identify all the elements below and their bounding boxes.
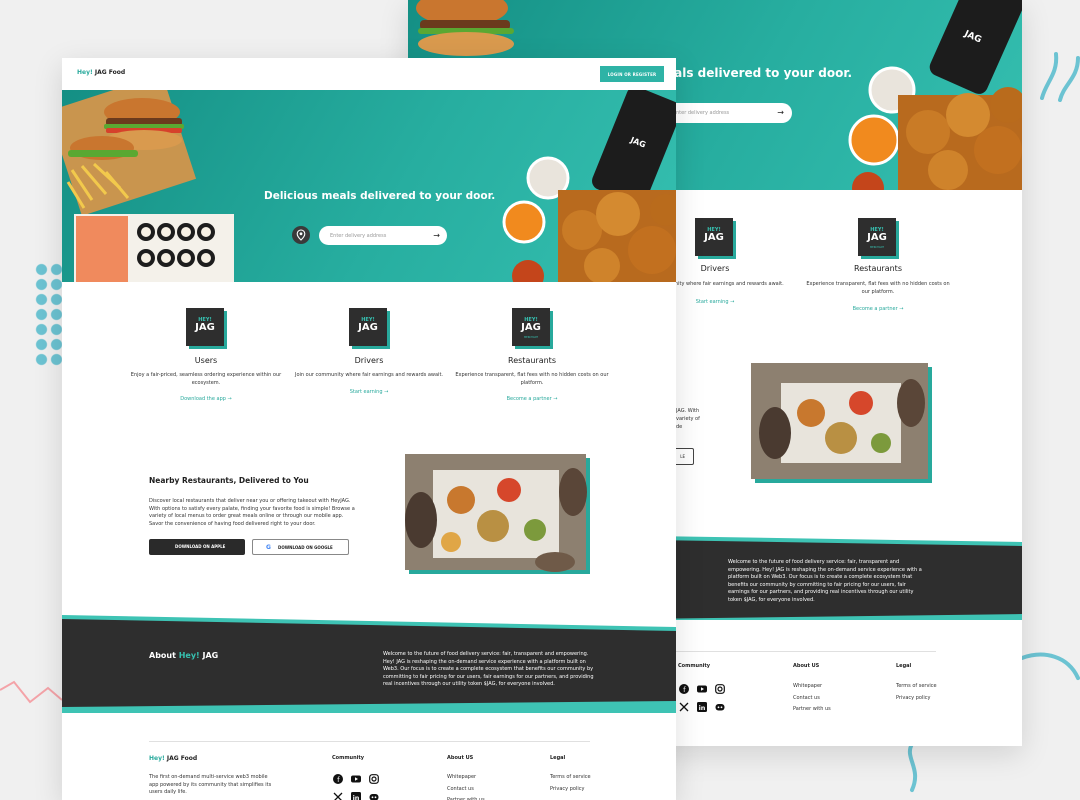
google-icon: G: [266, 544, 271, 551]
nearby-section-title: Nearby Restaurants, Delivered to You: [149, 476, 309, 485]
service-desc: Experience transparent, flat fees with n…: [455, 372, 609, 386]
service-users: HEY! JAG Users Enjoy a fair-priced, seam…: [126, 308, 286, 402]
facebook-icon[interactable]: f: [333, 774, 343, 784]
back-legal-heading: Legal: [896, 663, 912, 669]
service-link-partner[interactable]: Become a partner →: [452, 396, 612, 402]
discord-icon[interactable]: [715, 702, 725, 712]
service-title: Users: [194, 356, 218, 365]
footer-divider: [149, 741, 590, 742]
service-desc: Enjoy a fair-priced, seamless ordering e…: [130, 372, 282, 386]
back-restaurant-photo: [751, 363, 932, 483]
arrow-right-icon: →: [227, 396, 232, 402]
jag-users-logo: HEY! JAG: [186, 308, 226, 348]
back-footer-link-whitepaper[interactable]: Whitepaper: [793, 683, 822, 689]
back-community-heading: Community: [678, 663, 711, 669]
footer-link-whitepaper[interactable]: Whitepaper: [447, 774, 476, 780]
download-google-button[interactable]: G DOWNLOAD ON GOOGLE: [252, 539, 349, 555]
arrow-right-icon[interactable]: →: [433, 231, 440, 240]
brand-logo[interactable]: Hey! JAG Food: [77, 69, 125, 76]
footer-tagline: The first on-demand multi-service web3 m…: [149, 774, 272, 795]
service-desc: Join our community where fair earnings a…: [294, 372, 443, 378]
hero-banner: JAG Delicious meals delivered to your do…: [62, 90, 676, 282]
jag-drivers-logo: HEY! JAG: [349, 308, 389, 348]
jag-merchant-logo: HEY! JAG MERCHANT: [858, 218, 898, 258]
service-restaurants: HEY! JAG MERCHANT Restaurants Experience…: [452, 308, 612, 402]
jag-merchant-logo: HEY! JAG MERCHANT: [512, 308, 552, 348]
discord-icon[interactable]: [369, 792, 379, 800]
community-heading: Community: [332, 755, 365, 761]
restaurant-table-photo: [405, 454, 590, 574]
svg-text:in: in: [353, 794, 360, 800]
jag-drivers-logo: HEY! JAG: [695, 218, 735, 258]
youtube-icon[interactable]: [697, 684, 707, 694]
back-footer-divider: [676, 651, 936, 652]
hero-title: Delicious meals delivered to your door.: [264, 190, 496, 202]
arrow-right-icon: →: [730, 298, 735, 305]
footer-link-contact[interactable]: Contact us: [447, 786, 474, 792]
back-about-text: Welcome to the future of food delivery s…: [728, 559, 922, 603]
front-page-mockup: Hey! JAG Food LOGIN OR REGISTER JAG Deli…: [62, 58, 676, 800]
legal-heading: Legal: [550, 755, 566, 761]
about-title: About Hey! JAG: [149, 651, 219, 660]
nearby-section-desc: Discover local restaurants that deliver …: [149, 498, 355, 527]
youtube-icon[interactable]: [351, 774, 361, 784]
back-about-heading: About US: [793, 663, 820, 669]
arrow-right-icon: →: [899, 306, 904, 312]
service-drivers: HEY! JAG Drivers Join our community wher…: [289, 308, 449, 395]
linkedin-icon[interactable]: in: [697, 702, 707, 712]
service-link-earning[interactable]: Start earning →: [289, 389, 449, 395]
back-footer-link-privacy[interactable]: Privacy policy: [896, 695, 930, 701]
back-footer-link-contact[interactable]: Contact us: [793, 695, 820, 701]
instagram-icon[interactable]: [715, 684, 725, 694]
download-apple-button[interactable]: DOWNLOAD ON APPLE: [149, 539, 245, 555]
linkedin-icon[interactable]: in: [351, 792, 361, 800]
arrow-right-icon: →: [553, 396, 558, 402]
top-nav: Hey! JAG Food LOGIN OR REGISTER: [62, 58, 676, 90]
back-service-title: Restaurants: [854, 264, 902, 273]
delivery-address-placeholder: Enter delivery address: [330, 233, 387, 239]
back-footer-link-partner[interactable]: Partner with us: [793, 706, 831, 712]
back-footer-link-terms[interactable]: Terms of service: [896, 683, 937, 689]
arrow-right-icon[interactable]: →: [777, 108, 784, 117]
hero-food-art: JAG: [62, 90, 676, 282]
instagram-icon[interactable]: [369, 774, 379, 784]
facebook-icon[interactable]: f: [679, 684, 689, 694]
footer-link-privacy[interactable]: Privacy policy: [550, 786, 584, 792]
back-nearby-fragment: JAG. With variety of de: [676, 408, 700, 430]
map-pin-icon: [292, 226, 310, 244]
login-register-button[interactable]: LOGIN OR REGISTER: [600, 66, 664, 82]
decorative-zigzag: [0, 680, 63, 704]
x-twitter-icon[interactable]: [679, 702, 689, 712]
decorative-squiggle: [1040, 52, 1080, 102]
footer-link-terms[interactable]: Terms of service: [550, 774, 591, 780]
arrow-right-icon: →: [384, 388, 389, 395]
back-address-placeholder: nter delivery address: [676, 110, 730, 116]
footer-logo[interactable]: Hey! JAG Food: [149, 755, 197, 762]
service-link-download[interactable]: Download the app →: [126, 396, 286, 402]
back-service-restaurants: HEY! JAG MERCHANT Restaurants Experience…: [803, 218, 953, 312]
x-twitter-icon[interactable]: [333, 792, 343, 800]
svg-text:in: in: [699, 704, 706, 712]
decorative-swirl: [908, 742, 918, 792]
decorative-arc: [1020, 652, 1080, 680]
back-hero-title: eals delivered to your door.: [666, 66, 853, 80]
delivery-address-input[interactable]: Enter delivery address →: [319, 226, 447, 245]
back-service-desc: Experience transparent, flat fees with n…: [806, 281, 950, 295]
service-title: Drivers: [354, 356, 384, 365]
back-service-link[interactable]: Become a partner →: [803, 306, 953, 312]
service-title: Restaurants: [508, 356, 556, 365]
about-us-heading: About US: [447, 755, 474, 761]
decorative-dots: [34, 262, 64, 368]
about-text: Welcome to the future of food delivery s…: [383, 651, 594, 687]
back-address-input[interactable]: nter delivery address →: [656, 103, 792, 123]
